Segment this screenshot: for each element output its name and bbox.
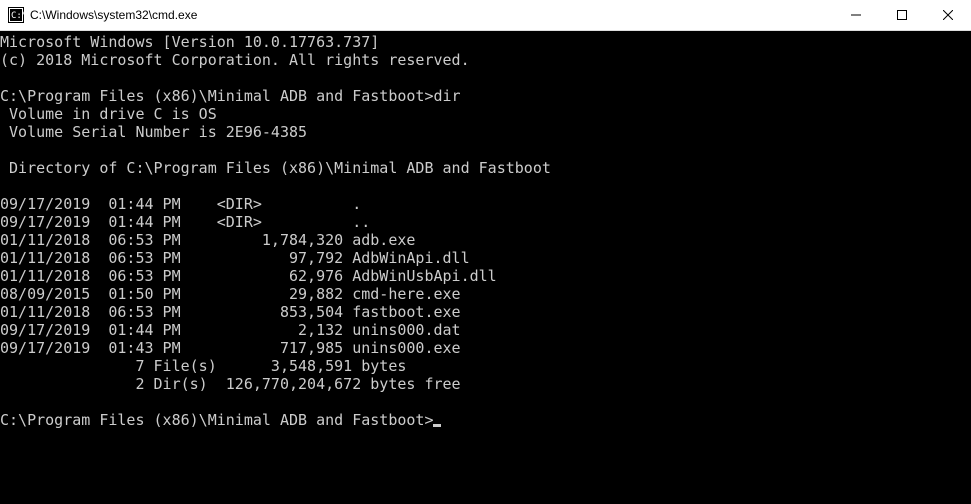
terminal-blank: [0, 141, 971, 159]
dir-entry: 09/17/2019 01:43 PM 717,985 unins000.exe: [0, 339, 971, 357]
dir-entry: 01/11/2018 06:53 PM 97,792 AdbWinApi.dll: [0, 249, 971, 267]
terminal-line: Directory of C:\Program Files (x86)\Mini…: [0, 159, 971, 177]
cmd-window: C:\ C:\Windows\system32\cmd.exe Microsof…: [0, 0, 971, 504]
terminal-line: Volume Serial Number is 2E96-4385: [0, 123, 971, 141]
window-title: C:\Windows\system32\cmd.exe: [30, 8, 833, 22]
dir-summary-files: 7 File(s) 3,548,591 bytes: [0, 357, 971, 375]
terminal-line: Volume in drive C is OS: [0, 105, 971, 123]
prompt-path: C:\Program Files (x86)\Minimal ADB and F…: [0, 87, 433, 105]
dir-entry: 09/17/2019 01:44 PM 2,132 unins000.dat: [0, 321, 971, 339]
terminal-line: Microsoft Windows [Version 10.0.17763.73…: [0, 33, 971, 51]
dir-summary-dirs: 2 Dir(s) 126,770,204,672 bytes free: [0, 375, 971, 393]
terminal-line: (c) 2018 Microsoft Corporation. All righ…: [0, 51, 971, 69]
dir-entry: 08/09/2015 01:50 PM 29,882 cmd-here.exe: [0, 285, 971, 303]
titlebar[interactable]: C:\ C:\Windows\system32\cmd.exe: [0, 0, 971, 31]
terminal-blank: [0, 69, 971, 87]
dir-entry: 09/17/2019 01:44 PM <DIR> ..: [0, 213, 971, 231]
text-cursor: [433, 424, 441, 427]
terminal-blank: [0, 177, 971, 195]
window-controls: [833, 0, 971, 30]
close-button[interactable]: [925, 0, 971, 30]
svg-text:C:\: C:\: [11, 11, 24, 21]
typed-command: dir: [433, 87, 460, 105]
maximize-button[interactable]: [879, 0, 925, 30]
minimize-button[interactable]: [833, 0, 879, 30]
dir-entry: 01/11/2018 06:53 PM 1,784,320 adb.exe: [0, 231, 971, 249]
terminal-area[interactable]: Microsoft Windows [Version 10.0.17763.73…: [0, 31, 971, 504]
dir-entry: 01/11/2018 06:53 PM 62,976 AdbWinUsbApi.…: [0, 267, 971, 285]
cmd-icon: C:\: [8, 7, 24, 23]
dir-entry: 09/17/2019 01:44 PM <DIR> .: [0, 195, 971, 213]
terminal-prompt-line: C:\Program Files (x86)\Minimal ADB and F…: [0, 87, 971, 105]
dir-entry: 01/11/2018 06:53 PM 853,504 fastboot.exe: [0, 303, 971, 321]
terminal-prompt-line[interactable]: C:\Program Files (x86)\Minimal ADB and F…: [0, 411, 971, 429]
prompt-path: C:\Program Files (x86)\Minimal ADB and F…: [0, 411, 433, 429]
terminal-blank: [0, 393, 971, 411]
